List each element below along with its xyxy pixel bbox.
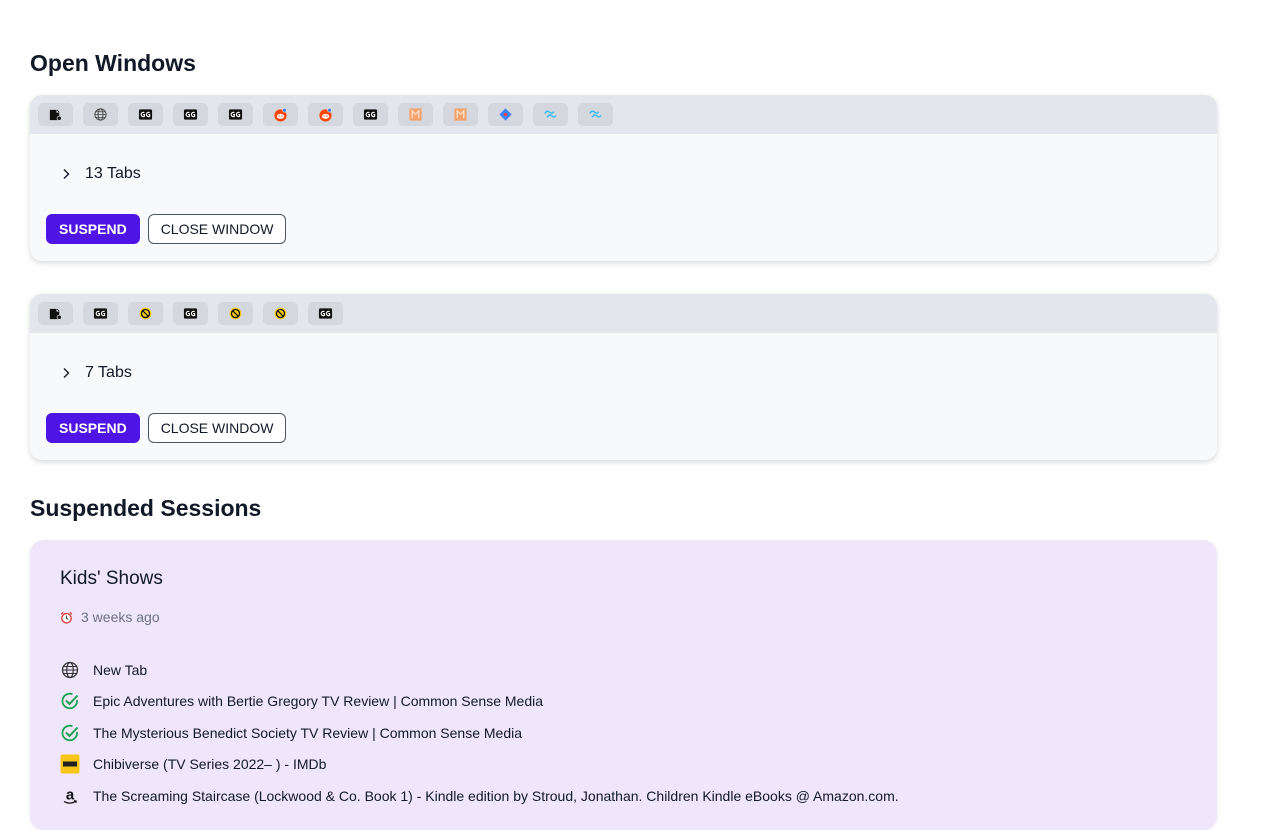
globe-icon — [60, 660, 80, 680]
session-timestamp: 3 weeks ago — [60, 609, 160, 625]
favicon-tab[interactable] — [308, 103, 343, 126]
favicon-tab[interactable] — [173, 302, 208, 325]
close-window-button[interactable]: CLOSE WINDOW — [147, 413, 287, 443]
session-tab-item[interactable]: a The Screaming Staircase (Lockwood & Co.… — [60, 780, 899, 812]
window-actions: SUSPEND CLOSE WINDOW — [46, 214, 287, 244]
diamond-icon — [498, 107, 513, 122]
m-icon — [453, 107, 468, 122]
favicon-strip — [30, 95, 1217, 134]
extension-icon — [48, 107, 63, 122]
svg-text:a: a — [66, 786, 75, 803]
suspended-sessions-heading: Suspended Sessions — [30, 495, 262, 521]
session-tab-item[interactable]: The Mysterious Benedict Society TV Revie… — [60, 717, 899, 749]
extension-icon — [48, 306, 63, 321]
favicon-tab[interactable] — [443, 103, 478, 126]
session-tab-title: The Screaming Staircase (Lockwood & Co. … — [93, 787, 899, 804]
page: Open Windows 13 Tabs SUSPEND CLOSE WINDO… — [0, 0, 1280, 830]
gg-icon — [183, 107, 198, 122]
tabs-expand-toggle[interactable]: 13 Tabs — [60, 165, 141, 183]
check-circle-icon — [60, 723, 80, 743]
gg-icon — [318, 306, 333, 321]
favicon-tab[interactable] — [218, 103, 253, 126]
gg-icon — [363, 107, 378, 122]
favicon-tab[interactable] — [83, 302, 118, 325]
session-tab-list: New Tab Epic Adventures with Bertie Grego… — [60, 654, 899, 812]
session-tab-title: Epic Adventures with Bertie Gregory TV R… — [93, 693, 544, 710]
favicon-tab[interactable] — [218, 302, 253, 325]
favicon-tab[interactable] — [308, 302, 343, 325]
block-icon — [228, 306, 243, 321]
block-icon — [138, 306, 153, 321]
gg-icon — [183, 306, 198, 321]
globe-icon — [93, 107, 108, 122]
favicon-strip — [30, 294, 1217, 333]
suspend-button[interactable]: SUSPEND — [46, 413, 140, 443]
session-tab-item[interactable]: New Tab — [60, 654, 899, 686]
gg-icon — [93, 306, 108, 321]
session-tab-title: Chibiverse (TV Series 2022– ) - IMDb — [93, 756, 327, 773]
favicon-tab[interactable] — [83, 103, 118, 126]
block-icon — [273, 306, 288, 321]
alarm-clock-icon — [60, 611, 73, 624]
close-window-button[interactable]: CLOSE WINDOW — [147, 214, 287, 244]
window-card: 13 Tabs SUSPEND CLOSE WINDOW — [30, 95, 1217, 261]
session-name[interactable]: Kids' Shows — [60, 568, 163, 590]
favicon-tab[interactable] — [173, 103, 208, 126]
tab-count-label: 7 Tabs — [85, 364, 132, 381]
favicon-tab[interactable] — [533, 103, 568, 126]
open-windows-heading: Open Windows — [30, 50, 196, 76]
session-time-label: 3 weeks ago — [81, 609, 160, 625]
imdb-icon — [60, 754, 80, 774]
session-tab-title: The Mysterious Benedict Society TV Revie… — [93, 724, 523, 741]
chevron-right-icon — [63, 169, 70, 179]
check-circle-icon — [60, 691, 80, 711]
tabs-expand-toggle[interactable]: 7 Tabs — [60, 364, 132, 382]
window-actions: SUSPEND CLOSE WINDOW — [46, 413, 287, 443]
favicon-tab[interactable] — [263, 103, 298, 126]
favicon-tab[interactable] — [128, 103, 163, 126]
m-icon — [408, 107, 423, 122]
favicon-tab[interactable] — [488, 103, 523, 126]
chevron-right-icon — [63, 368, 70, 378]
session-tab-item[interactable]: Chibiverse (TV Series 2022– ) - IMDb — [60, 749, 899, 781]
favicon-tab[interactable] — [398, 103, 433, 126]
gg-icon — [228, 107, 243, 122]
suspend-button[interactable]: SUSPEND — [46, 214, 140, 244]
reddit-icon — [318, 107, 333, 122]
favicon-tab[interactable] — [353, 103, 388, 126]
favicon-tab[interactable] — [38, 302, 73, 325]
tailwind-icon — [588, 107, 603, 122]
reddit-icon — [273, 107, 288, 122]
favicon-tab[interactable] — [578, 103, 613, 126]
window-card: 7 Tabs SUSPEND CLOSE WINDOW — [30, 294, 1217, 460]
session-tab-title: New Tab — [93, 661, 148, 678]
favicon-tab[interactable] — [128, 302, 163, 325]
favicon-tab[interactable] — [38, 103, 73, 126]
tab-count-label: 13 Tabs — [85, 165, 141, 182]
amazon-icon: a — [60, 786, 80, 806]
tailwind-icon — [543, 107, 558, 122]
session-card[interactable]: Kids' Shows 3 weeks ago New Tab Epic Adve… — [30, 540, 1217, 830]
gg-icon — [138, 107, 153, 122]
session-tab-item[interactable]: Epic Adventures with Bertie Gregory TV R… — [60, 686, 899, 718]
favicon-tab[interactable] — [263, 302, 298, 325]
